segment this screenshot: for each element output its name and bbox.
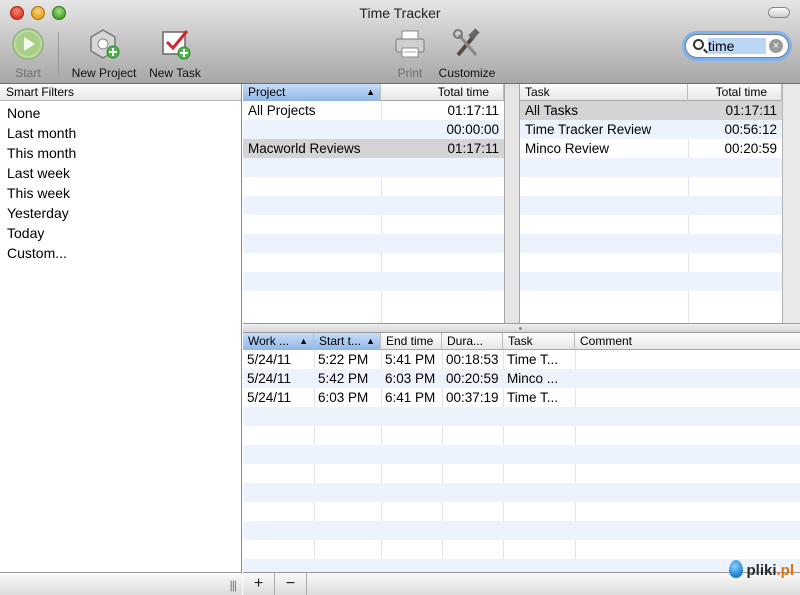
toolbar-divider xyxy=(58,32,59,76)
projects-table: Project ▲ Total time All Projects 01:17:1… xyxy=(243,84,504,323)
sort-ascending-icon: ▲ xyxy=(299,336,308,346)
filter-item-custom[interactable]: Custom... xyxy=(0,243,241,263)
new-task-label: New Task xyxy=(149,66,201,80)
customize-label: Customize xyxy=(438,66,496,80)
start-button[interactable]: Start xyxy=(9,28,47,80)
printer-icon xyxy=(393,28,427,60)
smart-filters-sidebar: Smart Filters None Last month This month… xyxy=(0,84,242,595)
projects-table-header: Project ▲ Total time xyxy=(243,84,504,101)
column-header-start[interactable]: Start t... ▲ xyxy=(314,333,381,350)
column-header-duration[interactable]: Dura... xyxy=(442,333,503,350)
sessions-table-header: Work ... ▲ Start t... ▲ End time Dura... T… xyxy=(243,333,800,350)
new-project-button[interactable]: New Project xyxy=(69,28,139,80)
search-icon xyxy=(693,39,704,50)
filter-item-today[interactable]: Today xyxy=(0,223,241,243)
toolbar-toggle-button[interactable] xyxy=(768,7,790,18)
new-task-icon xyxy=(158,28,192,60)
filter-item-this-week[interactable]: This week xyxy=(0,183,241,203)
table-row[interactable]: 5/24/11 5:22 PM 5:41 PM 00:18:53 Time T.… xyxy=(243,350,800,369)
sidebar-footer: ||| xyxy=(0,572,242,595)
remove-session-button[interactable]: − xyxy=(275,573,307,595)
horizontal-split-divider[interactable] xyxy=(243,323,800,333)
sort-ascending-icon: ▲ xyxy=(366,87,375,97)
column-header-comment[interactable]: Comment xyxy=(575,333,800,350)
tools-icon xyxy=(450,28,484,60)
filter-item-this-month[interactable]: This month xyxy=(0,143,241,163)
column-header-task[interactable]: Task xyxy=(503,333,575,350)
table-row-selected[interactable]: Macworld Reviews 01:17:11 xyxy=(243,139,504,158)
bottom-toolbar: + − xyxy=(243,572,800,595)
split-handle-icon xyxy=(519,327,522,330)
filter-item-last-month[interactable]: Last month xyxy=(0,123,241,143)
column-header-project-total[interactable]: Total time xyxy=(381,84,504,101)
search-field[interactable]: × xyxy=(685,34,789,58)
add-session-button[interactable]: + xyxy=(243,573,275,595)
column-header-task-total[interactable]: Total time xyxy=(688,84,782,101)
print-button[interactable]: Print xyxy=(393,28,427,80)
print-label: Print xyxy=(397,66,423,80)
column-header-task[interactable]: Task xyxy=(520,84,688,101)
table-row[interactable]: Time Tracker Review 00:56:12 xyxy=(520,120,782,139)
new-project-icon xyxy=(87,28,121,60)
column-header-project[interactable]: Project ▲ xyxy=(243,84,381,101)
customize-button[interactable]: Customize xyxy=(436,28,498,80)
droplet-logo-icon xyxy=(729,560,744,578)
table-row[interactable]: 5/24/11 5:42 PM 6:03 PM 00:20:59 Minco .… xyxy=(243,369,800,388)
vertical-split-divider[interactable] xyxy=(504,84,520,323)
sort-ascending-icon: ▲ xyxy=(366,336,375,346)
tasks-table-header: Task Total time xyxy=(520,84,782,101)
sessions-rows: 5/24/11 5:22 PM 5:41 PM 00:18:53 Time T.… xyxy=(243,350,800,572)
clear-search-icon[interactable]: × xyxy=(769,39,783,53)
filter-item-last-week[interactable]: Last week xyxy=(0,163,241,183)
table-row[interactable]: Minco Review 00:20:59 xyxy=(520,139,782,158)
filter-item-none[interactable]: None xyxy=(0,103,241,123)
start-label: Start xyxy=(15,66,41,80)
column-header-end[interactable]: End time xyxy=(381,333,442,350)
table-row[interactable]: All Projects 01:17:11 xyxy=(243,101,504,120)
search-input[interactable] xyxy=(708,38,766,54)
projects-rows: All Projects 01:17:11 00:00:00 Macworld … xyxy=(243,101,504,310)
window-title: Time Tracker xyxy=(359,5,441,21)
title-bar: Time Tracker Start New Project New Task … xyxy=(0,0,800,84)
tasks-rows: All Tasks 01:17:11 Time Tracker Review 0… xyxy=(520,101,782,310)
filter-item-yesterday[interactable]: Yesterday xyxy=(0,203,241,223)
tasks-table: Task Total time All Tasks 01:17:11 Time … xyxy=(520,84,782,323)
table-row[interactable]: 00:00:00 xyxy=(243,120,504,139)
play-icon xyxy=(11,28,45,60)
table-row[interactable]: 5/24/11 6:03 PM 6:41 PM 00:37:19 Time T.… xyxy=(243,388,800,407)
new-project-label: New Project xyxy=(71,66,137,80)
sessions-table: Work ... ▲ Start t... ▲ End time Dura... T… xyxy=(243,333,800,572)
column-header-work[interactable]: Work ... ▲ xyxy=(243,333,314,350)
new-task-button[interactable]: New Task xyxy=(147,28,203,80)
tasks-scrollbar[interactable] xyxy=(782,84,800,323)
resize-grip-icon[interactable]: ||| xyxy=(230,578,237,592)
watermark-logo: pliki.pl xyxy=(729,560,794,579)
table-row-selected[interactable]: All Tasks 01:17:11 xyxy=(520,101,782,120)
sidebar-header: Smart Filters xyxy=(0,84,241,101)
